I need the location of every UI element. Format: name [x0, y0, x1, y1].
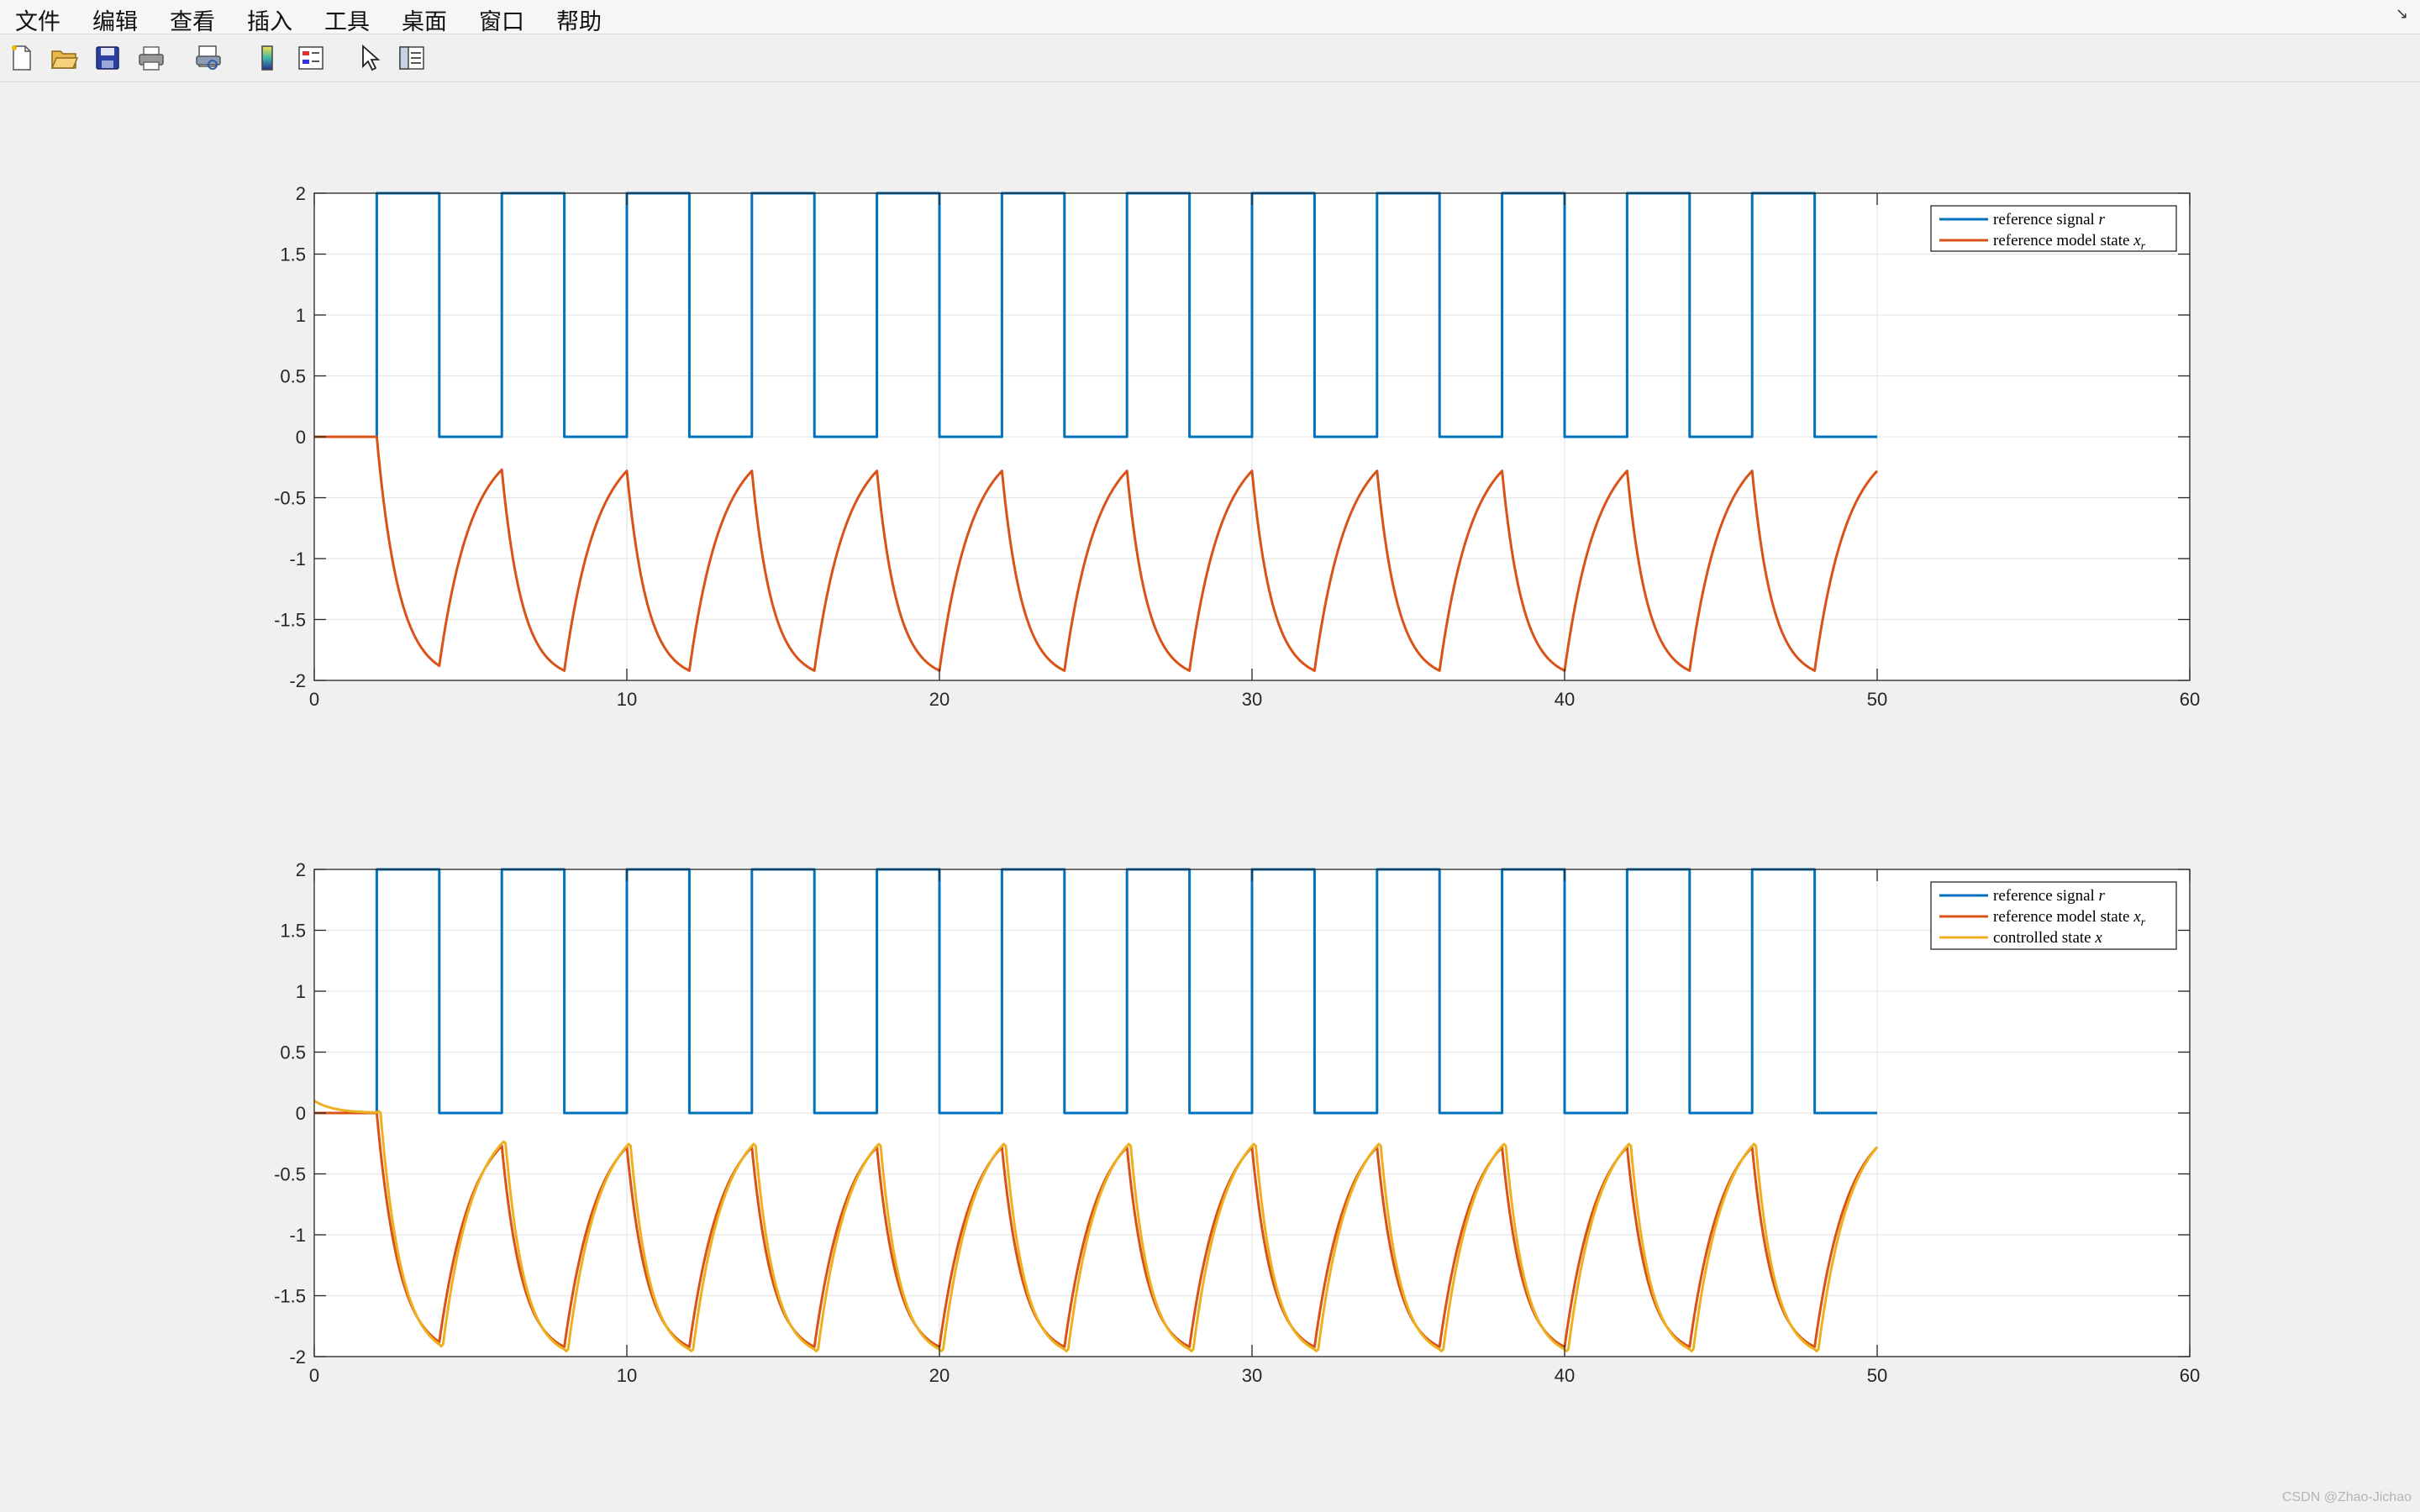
x-tick-label: 30 — [1242, 689, 1262, 710]
undock-icon[interactable]: ↘ — [2396, 5, 2408, 23]
new-file-icon[interactable] — [7, 43, 37, 73]
menu-tools[interactable]: 工具 — [324, 3, 370, 36]
open-folder-icon[interactable] — [49, 43, 79, 73]
property-editor-icon[interactable] — [397, 43, 427, 73]
x-tick-label: 30 — [1242, 1365, 1262, 1386]
x-tick-label: 10 — [617, 1365, 637, 1386]
x-tick-label: 10 — [617, 689, 637, 710]
legend: reference signal rreference model state … — [1930, 205, 2177, 253]
x-tick-label: 60 — [2180, 1365, 2200, 1386]
menu-file[interactable]: 文件 — [15, 3, 60, 36]
menu-insert[interactable]: 插入 — [247, 3, 292, 36]
legend-label-1: reference signal r — [1993, 211, 2106, 228]
figure-canvas: 0 10 20 30 40 50 60 2 1.5 1 0.5 0 -0.5 -1 -1.5 -2 refere… — [0, 82, 2420, 1512]
y-tick-label: 1.5 — [280, 244, 306, 265]
axes-2: 0 10 20 30 40 50 60 2 1.5 1 0.5 0 -0.5 -1 -1.5 -2 refere… — [274, 859, 2200, 1386]
y-tick-label: -0.5 — [274, 1164, 306, 1185]
x-tick-label: 50 — [1867, 689, 1887, 710]
y-tick-label: 2 — [296, 859, 306, 880]
y-tick-label: 0.5 — [280, 366, 306, 387]
menu-window[interactable]: 窗口 — [479, 3, 524, 36]
y-tick-label: 1.5 — [280, 921, 306, 942]
legend-icon[interactable] — [296, 43, 326, 73]
menu-edit[interactable]: 编辑 — [92, 3, 138, 36]
x-tick-label: 40 — [1555, 1365, 1575, 1386]
menu-desktop[interactable]: 桌面 — [402, 3, 447, 36]
y-tick-label: -0.5 — [274, 488, 306, 509]
legend-label-3: controlled state x — [1993, 929, 2102, 947]
toolbar — [0, 34, 2420, 82]
menu-bar: 文件 编辑 查看 插入 工具 桌面 窗口 帮助 ↘ — [0, 0, 2420, 36]
menu-help[interactable]: 帮助 — [556, 3, 602, 36]
y-tick-label: 1 — [296, 305, 306, 326]
y-tick-label: 0.5 — [280, 1042, 306, 1063]
y-tick-label: -1 — [289, 549, 306, 570]
figure-svg: 0 10 20 30 40 50 6021.510.50-0.5-1-1.5-2refere… — [274, 183, 2200, 1386]
y-tick-label: 0 — [296, 427, 306, 448]
pointer-icon[interactable] — [355, 43, 385, 73]
y-tick-label: -2 — [289, 1347, 306, 1368]
y-tick-label: -1.5 — [274, 1286, 306, 1307]
save-icon[interactable] — [92, 43, 123, 73]
y-tick-label: -1 — [289, 1225, 306, 1246]
y-tick-label: 1 — [296, 981, 306, 1002]
x-tick-label: 50 — [1867, 1365, 1887, 1386]
x-tick-label: 0 — [309, 1365, 319, 1386]
x-tick-label: 20 — [929, 689, 950, 710]
colorbar-icon[interactable] — [252, 43, 282, 73]
axes-1: 0 10 20 30 40 50 60 2 1.5 1 0.5 0 -0.5 -1 -1.5 -2 refere… — [274, 183, 2200, 710]
menu-view[interactable]: 查看 — [170, 3, 215, 36]
x-tick-label: 20 — [929, 1365, 950, 1386]
legend-label-1: reference signal r — [1993, 887, 2106, 905]
x-tick-label: 60 — [2180, 689, 2200, 710]
x-tick-label: 40 — [1555, 689, 1575, 710]
y-tick-label: -1.5 — [274, 610, 306, 631]
print-icon[interactable] — [136, 43, 166, 73]
x-tick-label: 0 — [309, 689, 319, 710]
y-tick-label: 2 — [296, 183, 306, 204]
legend: reference signal rreference model state … — [1930, 881, 2177, 950]
y-tick-label: -2 — [289, 670, 306, 691]
print-preview-icon[interactable] — [193, 43, 224, 73]
y-tick-label: 0 — [296, 1103, 306, 1124]
watermark-credit: CSDN @Zhao-Jichao — [2281, 1490, 2412, 1504]
